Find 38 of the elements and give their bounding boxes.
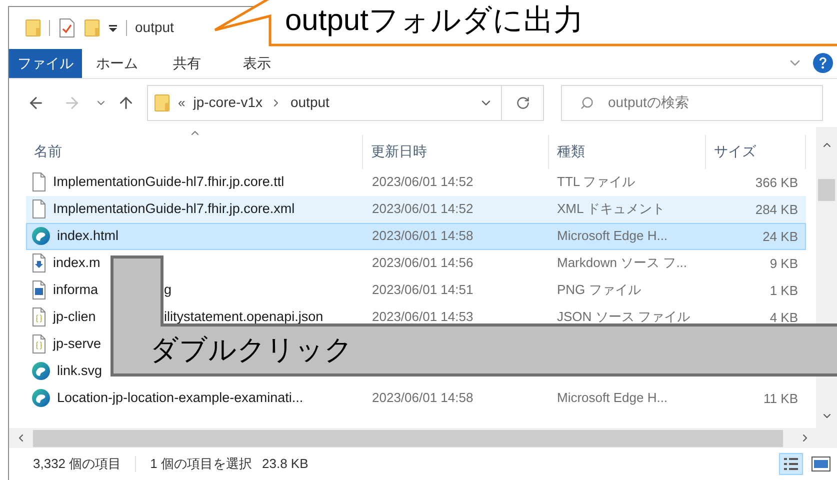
file-name: g (164, 281, 172, 300)
file-size: 9 KB (770, 254, 798, 272)
modified-date: 2023/06/01 14:58 (372, 228, 474, 244)
file-name: link.svg (57, 362, 102, 380)
modified-date: 2023/06/01 14:53 (372, 309, 474, 324)
modified-date: 2023/06/01 14:52 (372, 174, 474, 190)
file-name: ilitystatement.openapi.json (164, 308, 324, 326)
file-size: 366 KB (755, 174, 798, 192)
file-size: 284 KB (755, 200, 798, 218)
file-name: ImplementationGuide-hl7.fhir.jp.core.xml (53, 200, 295, 218)
selection-size: 23.8 KB (262, 455, 308, 474)
file-name: informa (53, 281, 98, 300)
file-name: jp-clien (53, 308, 96, 326)
file-type: Markdown ソース フ... (557, 255, 688, 270)
file-type: PNG ファイル (557, 282, 641, 298)
file-size: 4 KB (770, 308, 798, 326)
file-name: ImplementationGuide-hl7.fhir.jp.core.ttl (53, 173, 284, 192)
modified-date: 2023/06/01 14:52 (372, 201, 474, 216)
selection-count: 1 個の項目を選択 (150, 455, 252, 474)
file-size: 24 KB (762, 228, 798, 246)
item-count: 3,332 個の項目 (33, 455, 122, 474)
file-type: XML ドキュメント (557, 201, 665, 216)
file-size: 11 KB (764, 390, 798, 408)
modified-date: 2023/06/01 14:58 (372, 390, 474, 406)
file-name: Location-jp-location-example-examinati... (57, 389, 304, 408)
modified-date: 2023/06/01 14:51 (372, 282, 474, 298)
file-name: index.html (57, 227, 119, 246)
file-type: JSON ソース ファイル (557, 309, 690, 324)
callout-text: outputフォルダに出力 (285, 3, 584, 39)
window-title: output (135, 18, 174, 38)
file-type: Microsoft Edge H... (557, 390, 668, 406)
file-name: jp-serve (53, 335, 102, 354)
modified-date: 2023/06/01 14:56 (372, 255, 474, 270)
file-type: Microsoft Edge H... (557, 228, 668, 244)
file-name: index.m (53, 254, 100, 272)
file-size: 1 KB (770, 282, 798, 300)
file-type: TTL ファイル (557, 174, 636, 190)
callout-text: ダブルクリック (150, 333, 353, 367)
